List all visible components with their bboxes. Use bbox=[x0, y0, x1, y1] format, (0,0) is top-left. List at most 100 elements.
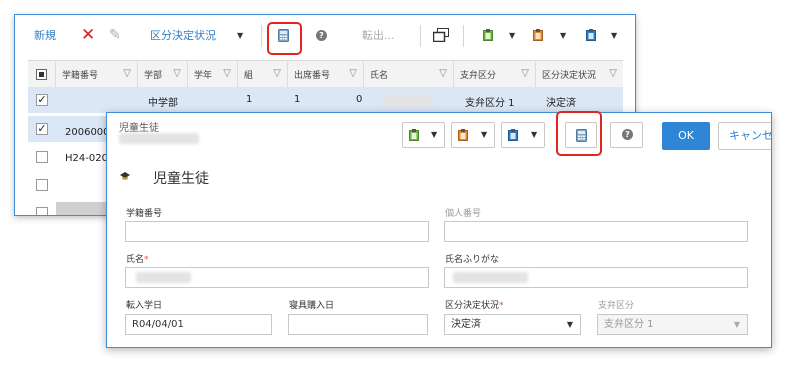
chevron-down-icon[interactable]: ▼ bbox=[237, 15, 243, 55]
status-label-text: 区分決定状況 bbox=[445, 301, 500, 311]
column-header-label: 学部 bbox=[144, 70, 163, 81]
blurred-subtitle bbox=[119, 133, 199, 144]
name-label-text: 氏名 bbox=[126, 255, 145, 265]
cell-seat: 0 bbox=[356, 94, 363, 105]
cell-student-no: H24-020 bbox=[65, 153, 108, 164]
required-mark: * bbox=[144, 255, 149, 265]
cancel-button-label: キャンセ bbox=[729, 129, 772, 142]
toolbar-divider bbox=[261, 25, 262, 47]
status-label: 区分決定状況* bbox=[445, 298, 504, 311]
clipboard-blue-icon[interactable] bbox=[586, 15, 596, 55]
cell-support: 支弁区分 1 bbox=[465, 98, 515, 109]
uniform-date-label: 寝具購入日 bbox=[289, 301, 335, 311]
help-icon: ? bbox=[622, 129, 633, 140]
chevron-down-icon: ▼ bbox=[481, 130, 488, 139]
kana-field[interactable] bbox=[444, 267, 748, 288]
cell-class: 1 bbox=[294, 94, 301, 105]
select-all-checkbox[interactable] bbox=[28, 61, 56, 87]
chevron-down-icon: ▼ bbox=[566, 320, 573, 329]
grid-header: 学籍番号 ▽ 学部 ▽ 学年 ▽ 組 ▽ 出席番号 ▽ 氏名 ▽ 支弁区分 ▽ 区分決定状況 ▽ bbox=[28, 60, 623, 88]
support-label: 支弁区分 bbox=[598, 301, 635, 311]
clipboard-green-icon[interactable] bbox=[483, 15, 493, 55]
uniform-date-field[interactable] bbox=[288, 314, 428, 335]
transfer-date-label: 転入学日 bbox=[126, 301, 163, 311]
column-header-label: 出席番号 bbox=[294, 70, 331, 81]
support-select[interactable]: 支弁区分 1 ▼ bbox=[597, 314, 748, 335]
blue-clipboard-dropdown[interactable]: ▼ bbox=[501, 122, 545, 148]
delete-icon[interactable]: ✕ bbox=[81, 15, 95, 55]
section-title: 児童生徒 bbox=[153, 171, 209, 187]
column-header-label: 組 bbox=[244, 70, 254, 81]
column-header-label: 支弁区分 bbox=[460, 70, 497, 81]
help-icon[interactable]: ? bbox=[316, 15, 327, 55]
chevron-down-icon[interactable]: ▼ bbox=[560, 15, 566, 55]
blurred-kana bbox=[453, 272, 528, 283]
toolbar-divider bbox=[420, 25, 421, 47]
row-checkbox[interactable] bbox=[36, 151, 48, 163]
export-button[interactable]: 転出... bbox=[362, 15, 395, 55]
chevron-down-icon: ▼ bbox=[431, 130, 438, 139]
transfer-date-value: R04/04/01 bbox=[132, 319, 184, 330]
filter-icon[interactable]: ▽ bbox=[273, 68, 281, 79]
transfer-date-field[interactable]: R04/04/01 bbox=[125, 314, 272, 335]
row-checkbox[interactable]: ✓ bbox=[36, 94, 48, 106]
window-restore-icon[interactable] bbox=[433, 15, 449, 55]
clipboard-orange-icon[interactable] bbox=[533, 15, 543, 55]
highlight-box bbox=[556, 111, 602, 156]
blurred-name bbox=[383, 94, 433, 106]
chevron-down-icon[interactable]: ▼ bbox=[611, 15, 617, 55]
help-button[interactable]: ? bbox=[610, 122, 643, 148]
student-no-label: 学籍番号 bbox=[126, 209, 163, 219]
new-button-label: 新規 bbox=[34, 29, 56, 42]
clipboard-orange-icon bbox=[458, 129, 468, 141]
filter-icon[interactable]: ▽ bbox=[223, 68, 231, 79]
row-checkbox[interactable] bbox=[36, 207, 48, 215]
cell-student-no: 2006000 bbox=[65, 127, 110, 138]
column-header[interactable]: 区分決定状況 ▽ bbox=[536, 61, 623, 87]
kana-label: 氏名ふりがな bbox=[445, 255, 500, 265]
personal-no-label: 個人番号 bbox=[445, 209, 482, 219]
column-header[interactable]: 学部 ▽ bbox=[138, 61, 188, 87]
cancel-button[interactable]: キャンセ bbox=[718, 122, 772, 150]
status-dropdown-button[interactable]: 区分決定状況 bbox=[150, 15, 216, 55]
orange-clipboard-dropdown[interactable]: ▼ bbox=[451, 122, 495, 148]
column-header[interactable]: 氏名 ▽ bbox=[364, 61, 454, 87]
filter-icon[interactable]: ▽ bbox=[609, 68, 617, 79]
column-header[interactable]: 組 ▽ bbox=[238, 61, 288, 87]
personal-no-field[interactable] bbox=[444, 221, 748, 242]
filter-icon[interactable]: ▽ bbox=[123, 68, 131, 79]
column-header[interactable]: 支弁区分 ▽ bbox=[454, 61, 536, 87]
chevron-down-icon[interactable]: ▼ bbox=[509, 15, 515, 55]
chevron-down-icon: ▼ bbox=[531, 130, 538, 139]
column-header-label: 学年 bbox=[194, 70, 213, 81]
filter-icon[interactable]: ▽ bbox=[521, 68, 529, 79]
filter-icon[interactable]: ▽ bbox=[349, 68, 357, 79]
blurred-name bbox=[136, 272, 191, 283]
highlight-box bbox=[267, 22, 302, 55]
student-cap-icon bbox=[120, 172, 130, 180]
status-select[interactable]: 決定済 ▼ bbox=[444, 314, 581, 335]
clipboard-green-icon bbox=[409, 129, 419, 141]
status-button-label: 区分決定状況 bbox=[150, 29, 216, 42]
student-dialog: 児童生徒 ▼ ▼ ▼ ? OK キャンセ 児童生徒 学籍番号 個人番号 氏名* … bbox=[106, 112, 772, 348]
student-no-field[interactable] bbox=[125, 221, 429, 242]
name-field[interactable] bbox=[125, 267, 429, 288]
name-label: 氏名* bbox=[126, 252, 149, 265]
column-header[interactable]: 出席番号 ▽ bbox=[288, 61, 364, 87]
filter-icon[interactable]: ▽ bbox=[439, 68, 447, 79]
support-select-value: 支弁区分 1 bbox=[604, 319, 654, 330]
dialog-title: 児童生徒 bbox=[119, 123, 159, 134]
column-header-label: 学籍番号 bbox=[62, 70, 99, 81]
new-button[interactable]: 新規 bbox=[34, 15, 56, 55]
ok-button[interactable]: OK bbox=[662, 122, 710, 150]
column-header[interactable]: 学籍番号 ▽ bbox=[56, 61, 138, 87]
column-header[interactable]: 学年 ▽ bbox=[188, 61, 238, 87]
row-checkbox[interactable] bbox=[36, 179, 48, 191]
row-checkbox[interactable]: ✓ bbox=[36, 123, 48, 135]
toolbar-divider bbox=[463, 25, 464, 47]
table-row[interactable]: ✓ 中学部 1 1 0 支弁区分 1 決定済 bbox=[28, 87, 623, 113]
green-clipboard-dropdown[interactable]: ▼ bbox=[402, 122, 445, 148]
column-header-label: 氏名 bbox=[370, 70, 389, 81]
filter-icon[interactable]: ▽ bbox=[173, 68, 181, 79]
pencil-icon[interactable]: ✎ bbox=[109, 15, 121, 55]
